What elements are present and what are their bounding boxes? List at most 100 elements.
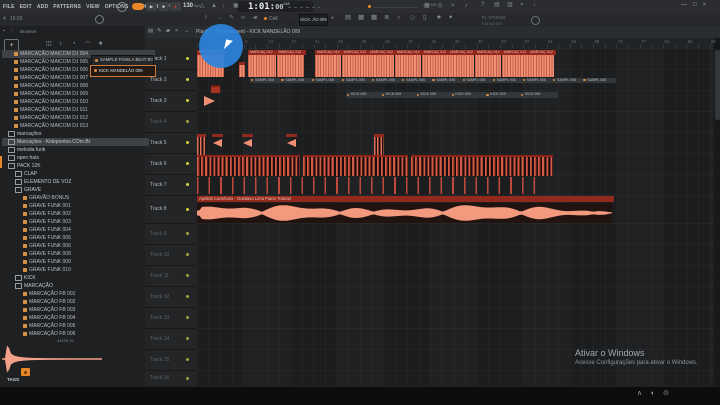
track-header[interactable]: Track 7: [145, 174, 197, 196]
monitor-knob[interactable]: [95, 15, 104, 24]
pattern-clip[interactable]: KICK 009: [520, 92, 558, 98]
browser-item[interactable]: GRAVE: [2, 186, 156, 194]
browser-item[interactable]: KICK: [2, 274, 156, 282]
browser-item[interactable]: ELEMENTO DE VOZ: [2, 178, 156, 186]
stop-button[interactable]: ■: [158, 2, 169, 11]
track-header[interactable]: Track 6: [145, 153, 197, 175]
pattern-clip[interactable]: SAMPL 006: [310, 78, 344, 84]
file-icon[interactable]: ◫: [46, 41, 52, 47]
track-mute-led[interactable]: [186, 162, 189, 165]
play-button[interactable]: ▶: [146, 2, 157, 11]
striped-clip[interactable]: [374, 134, 384, 156]
track-mute-led[interactable]: [186, 377, 189, 380]
audio-clip[interactable]: [528, 55, 554, 77]
track-header[interactable]: Track 13: [145, 307, 197, 329]
browser-item[interactable]: open hats: [2, 154, 149, 162]
pattern-clip[interactable]: SAMPL 006: [492, 78, 526, 84]
browser-item[interactable]: GRAVE FUNK 008: [2, 250, 164, 258]
script-icon[interactable]: ▯: [423, 15, 427, 22]
paint-tool-icon[interactable]: ▰: [166, 29, 170, 35]
clip-name-bar[interactable]: [242, 134, 253, 137]
browser-item[interactable]: MARCAÇÃO MAICOM DJ 012: [2, 114, 155, 122]
menu-item-edit[interactable]: EDIT: [20, 4, 32, 10]
track-header[interactable]: Track 11: [145, 265, 197, 287]
striped-clip[interactable]: [197, 134, 206, 156]
audio-clip[interactable]: [315, 55, 341, 77]
browser-item[interactable]: MARCAÇÃO MAICOM DJ 013: [2, 122, 155, 130]
pattern-clip[interactable]: SAMPL 006: [401, 78, 435, 84]
pattern-clip-dense[interactable]: [411, 155, 553, 176]
overdub-icon[interactable]: ◎: [438, 3, 443, 9]
audio-clip[interactable]: [422, 55, 448, 77]
track-header[interactable]: Track 16: [145, 370, 197, 387]
pattern-clip[interactable]: KICK 009: [485, 92, 523, 98]
scrollbar-thumb[interactable]: [715, 50, 720, 120]
track-mute-led[interactable]: [186, 57, 189, 60]
metronome-icon[interactable]: ▲: [211, 3, 217, 9]
monitor-icon[interactable]: △: [200, 3, 205, 9]
typing-keyboard-icon[interactable]: ▦: [424, 3, 430, 9]
speaker-icon[interactable]: ◖: [650, 390, 654, 397]
main-volume-knob[interactable]: [117, 2, 127, 12]
pattern-clip-dense[interactable]: [197, 155, 300, 176]
mic-tray-icon[interactable]: ⊙: [663, 390, 669, 397]
browser-item[interactable]: GRAVE FUNK 002: [2, 210, 164, 218]
audio-clip[interactable]: [395, 55, 421, 77]
pattern-song-toggle[interactable]: [132, 3, 144, 10]
maximize-button[interactable]: □: [693, 2, 697, 8]
mini-clip[interactable]: [211, 85, 220, 93]
countdown-icon[interactable]: ▣: [233, 3, 239, 9]
track-mute-led[interactable]: [186, 232, 189, 235]
pattern-clip-sparse[interactable]: [197, 177, 545, 194]
pattern-clip[interactable]: SAMPL 006: [371, 78, 405, 84]
brush-icon[interactable]: ▰: [253, 15, 258, 21]
playlist-menu-icon[interactable]: ▤: [148, 29, 153, 35]
browser-item[interactable]: GRAVE FUNK 003: [2, 218, 164, 226]
pattern-clip[interactable]: SAMPL 006: [582, 78, 616, 84]
pattern-clip[interactable]: KICK 009: [416, 92, 454, 98]
mic-icon[interactable]: ♪: [465, 3, 468, 9]
track-header[interactable]: Track 9: [145, 223, 197, 245]
audio-clip[interactable]: [239, 65, 245, 77]
browser-item[interactable]: PACK 12K: [2, 162, 149, 170]
browser-item[interactable]: MARCAÇÃO FB 001: [2, 290, 164, 298]
delete-tool-icon[interactable]: ×: [175, 29, 178, 35]
song-position-slider[interactable]: [288, 7, 320, 8]
clip-name-bar[interactable]: Apelido Carinhoso - Gusttavo Lima Piano …: [197, 196, 614, 202]
audio-clip[interactable]: [277, 55, 305, 77]
pencil-icon[interactable]: ✎: [229, 15, 234, 21]
pattern-clip[interactable]: SAMPL 006: [552, 78, 586, 84]
pattern-clip[interactable]: SAMPL 006: [431, 78, 465, 84]
pattern-clip[interactable]: SAMPL 006: [522, 78, 556, 84]
browser-item[interactable]: MARCAÇÃO MAICOM DJ 011: [2, 106, 155, 114]
track-mute-led[interactable]: [186, 141, 189, 144]
browser-item[interactable]: GRAVE FUNK 009: [2, 258, 164, 266]
pattern-selector[interactable]: KICK .ÃO 009: [299, 14, 328, 26]
browser-item[interactable]: MARCAÇÃO FB 002: [2, 298, 164, 306]
arrow-clip[interactable]: [213, 139, 222, 147]
tempo-icon[interactable]: ♪: [397, 15, 400, 22]
link-icon[interactable]: ∞: [241, 15, 245, 21]
text-cursor-icon[interactable]: I: [205, 15, 207, 21]
audio-clip[interactable]: [448, 55, 474, 77]
render-icon[interactable]: ▥: [507, 2, 513, 8]
tools-icon[interactable]: ★: [436, 15, 442, 22]
browser-item[interactable]: marcações: [2, 130, 149, 138]
track-mute-led[interactable]: [186, 358, 189, 361]
browser-item[interactable]: MARCAÇÃO FB 005: [2, 322, 164, 330]
audio-clip[interactable]: [475, 55, 501, 77]
track-header[interactable]: Track 3: [145, 90, 197, 112]
track-mute-led[interactable]: [186, 99, 189, 102]
record-button[interactable]: ●: [170, 2, 181, 11]
erase-icon[interactable]: ×: [451, 3, 455, 9]
tray-expand-icon[interactable]: ∧: [637, 390, 642, 397]
menu-item-add[interactable]: ADD: [37, 4, 48, 10]
browser-item[interactable]: MARCAÇÃO MAICOM DJ 008: [2, 82, 155, 90]
close-button[interactable]: ×: [703, 2, 707, 8]
pattern-clip[interactable]: SAMPL 006: [280, 78, 314, 84]
channel-rack-icon[interactable]: ▩: [371, 15, 377, 22]
track-header[interactable]: Track 4: [145, 111, 197, 133]
slip-tool-icon[interactable]: ↔: [184, 29, 190, 35]
clip-name-bar[interactable]: [286, 134, 297, 137]
pattern-clip-dense[interactable]: [303, 155, 408, 176]
